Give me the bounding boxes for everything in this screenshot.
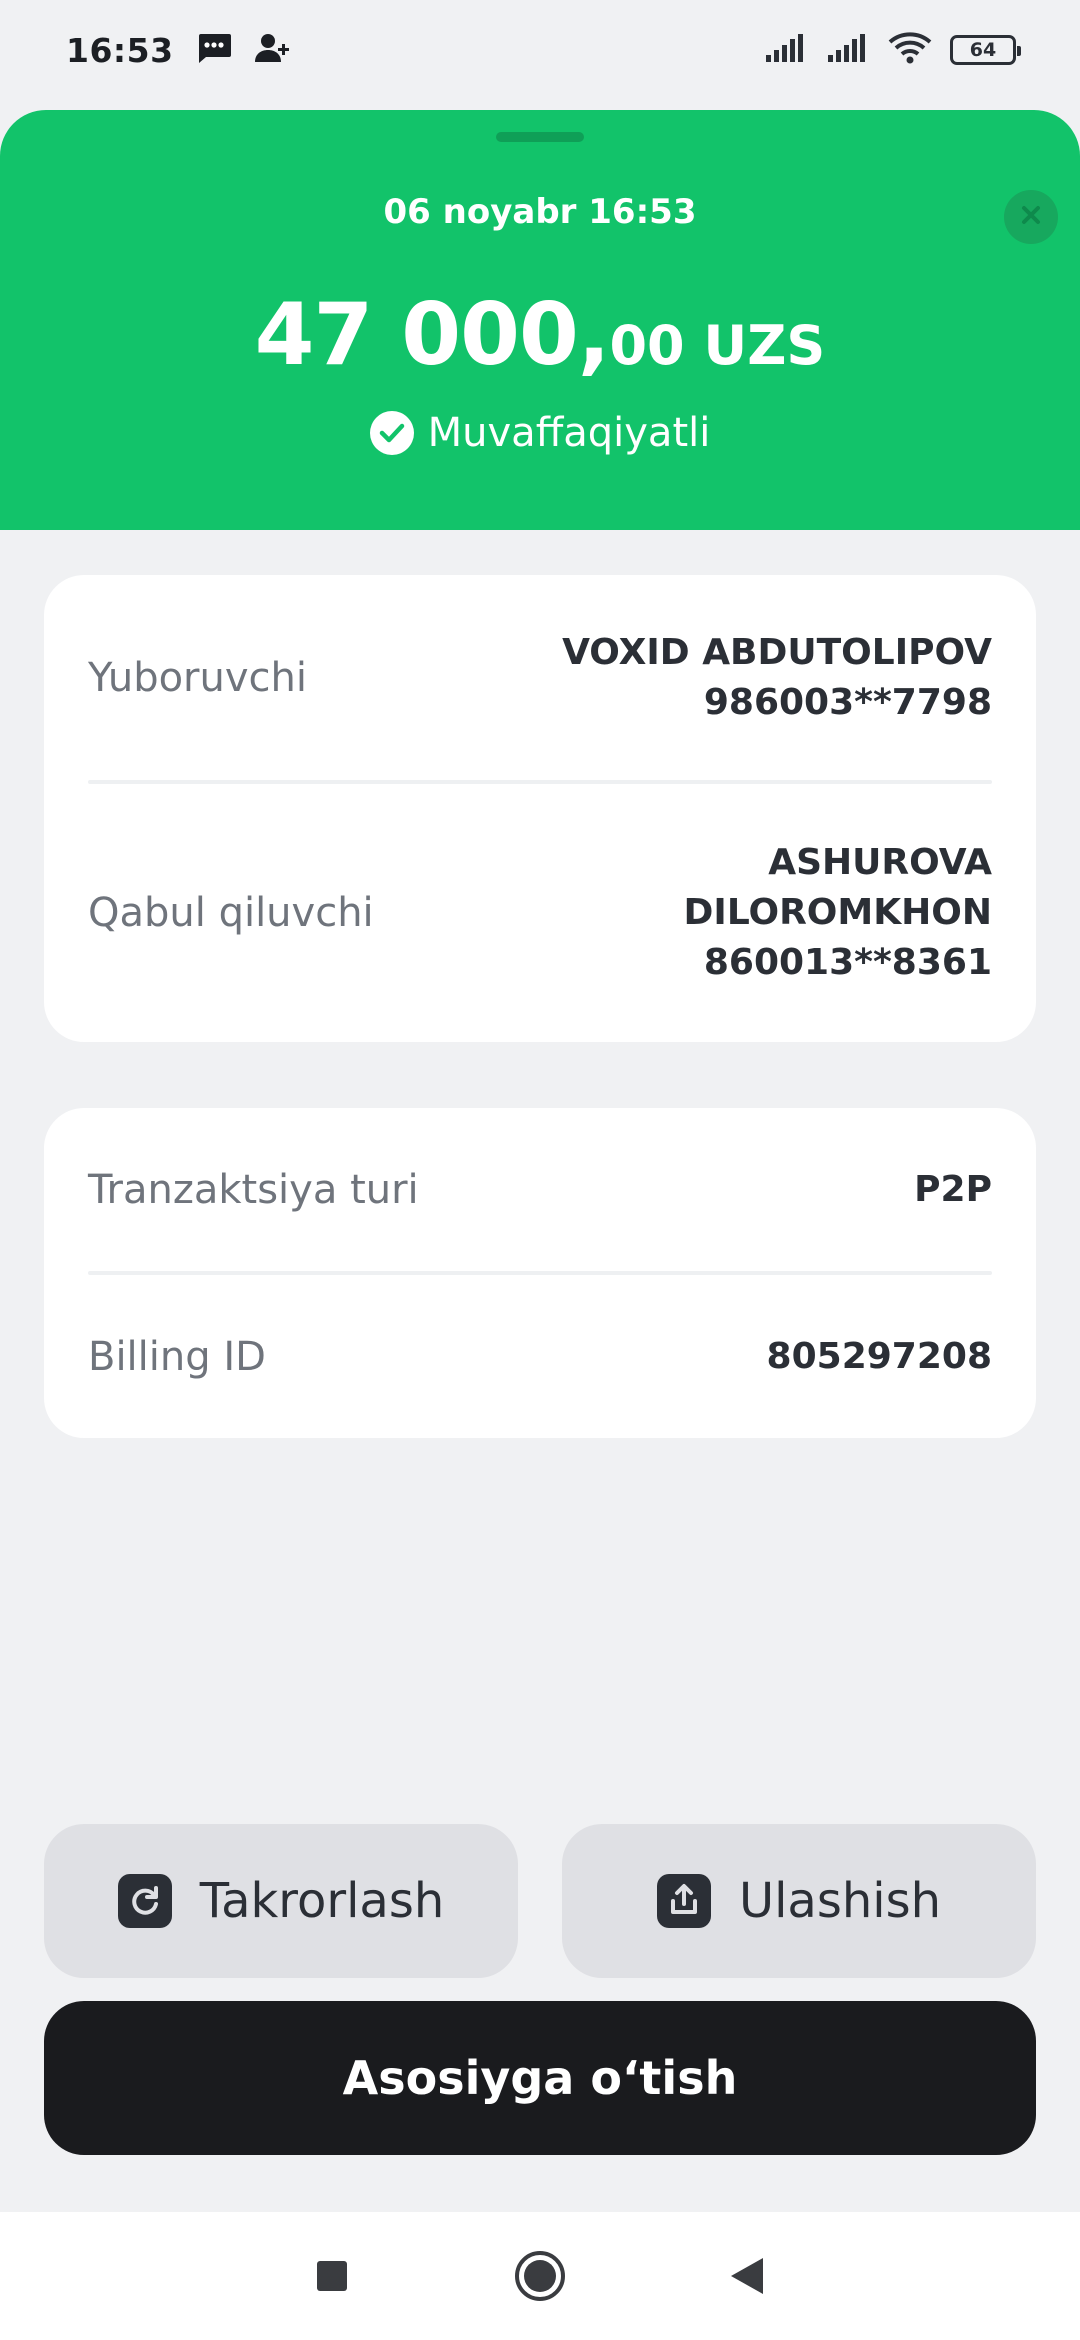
home-icon[interactable] [511,2247,569,2305]
billing-id-value: 805297208 [766,1335,992,1377]
battery-icon: 64 [950,35,1021,65]
transaction-type-row: Tranzaktsiya turi P2P [88,1108,992,1271]
go-home-label: Asosiyga o‘tish [342,2051,738,2105]
transaction-status: Muvaffaqiyatli [0,410,1080,456]
payment-receipt-screen: 16:53 64 06 noyabr 16:53 47 000,00 UZS M… [0,0,1080,2340]
message-icon [196,32,232,68]
check-circle-icon [369,411,414,455]
receiver-label: Qabul qiluvchi [88,890,374,936]
repeat-button[interactable]: Takrorlash [44,1824,518,1978]
transaction-type-value: P2P [914,1168,992,1210]
share-label: Ulashish [738,1873,942,1929]
go-home-button[interactable]: Asosiyga o‘tish [44,2001,1036,2155]
receiver-name-line1: ASHUROVA [768,842,992,884]
drag-handle[interactable] [496,132,584,142]
wifi-icon [888,31,932,69]
details-card: Tranzaktsiya turi P2P Billing ID 8052972… [44,1108,1036,1438]
signal-icon [826,33,870,67]
repeat-icon [117,1874,172,1928]
amount-main: 47 000, [254,285,611,385]
repeat-label: Takrorlash [199,1873,445,1929]
transaction-type-label: Tranzaktsiya turi [88,1166,419,1213]
share-icon [656,1874,711,1928]
contact-add-icon [254,32,290,68]
share-button[interactable]: Ulashish [562,1824,1036,1978]
recents-icon[interactable] [303,2247,361,2305]
billing-id-label: Billing ID [88,1333,266,1380]
transaction-header: 06 noyabr 16:53 47 000,00 UZS Muvaffaqiy… [0,110,1080,530]
parties-card: Yuboruvchi VOXID ABDUTOLIPOV 986003**779… [44,575,1036,1042]
signal-icon [764,33,808,67]
billing-id-row: Billing ID 805297208 [88,1275,992,1438]
sender-name: VOXID ABDUTOLIPOV [562,631,992,673]
sender-value: VOXID ABDUTOLIPOV 986003**7798 [562,628,992,727]
system-nav-bar [0,2212,1080,2340]
sender-row: Yuboruvchi VOXID ABDUTOLIPOV 986003**779… [88,575,992,780]
receiver-row: Qabul qiluvchi ASHUROVA DILOROMKHON 8600… [88,784,992,1042]
battery-level: 64 [969,39,997,61]
receiver-card: 860013**8361 [703,941,992,983]
receiver-name-line2: DILOROMKHON [683,892,992,934]
status-text: Muvaffaqiyatli [427,410,711,456]
status-time: 16:53 [66,30,174,70]
receiver-value: ASHUROVA DILOROMKHON 860013**8361 [684,838,992,987]
transaction-date: 06 noyabr 16:53 [383,192,697,232]
status-bar: 16:53 64 [0,0,1080,100]
sender-card: 986003**7798 [703,681,992,723]
amount-fraction: 00 UZS [609,314,826,377]
back-icon[interactable] [719,2247,777,2305]
transaction-amount: 47 000,00 UZS [0,292,1080,378]
sender-label: Yuboruvchi [88,654,307,701]
